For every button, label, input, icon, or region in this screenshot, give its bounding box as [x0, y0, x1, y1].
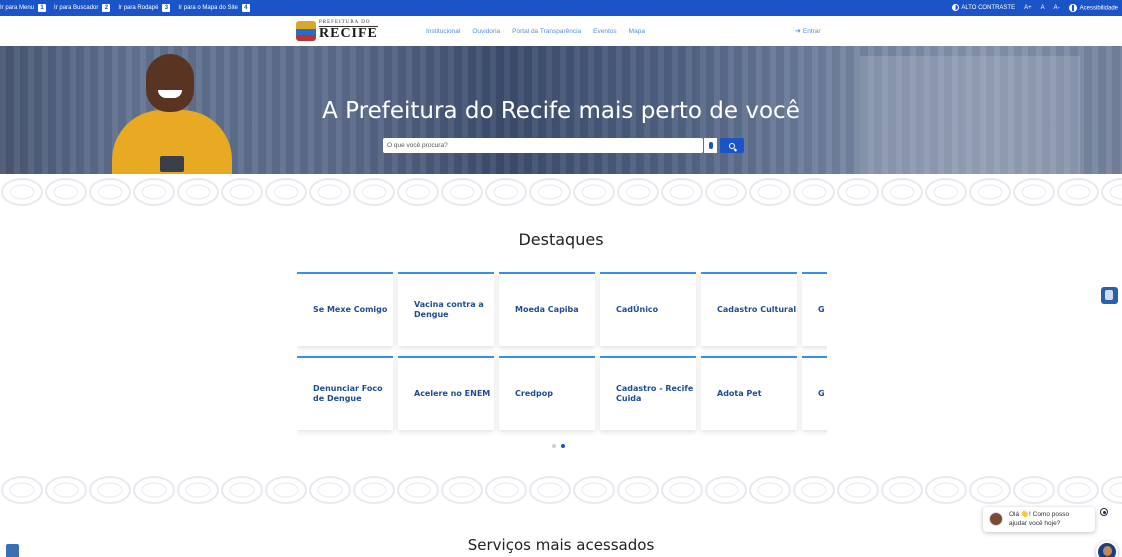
- shortcut-key: 3: [162, 4, 171, 12]
- font-normal-button[interactable]: A: [1041, 5, 1045, 11]
- main-nav: Institucional Ouvidoria Portal da Transp…: [426, 16, 645, 46]
- decorative-pattern-bottom: [0, 472, 1122, 508]
- chatbot-launcher-button[interactable]: [1096, 541, 1118, 557]
- search-input[interactable]: [383, 138, 683, 153]
- card-credpop[interactable]: Credpop: [499, 356, 595, 430]
- pattern-graphic: [0, 174, 1122, 210]
- login-label: Entrar: [802, 27, 821, 35]
- hero-title: A Prefeitura do Recife mais perto de voc…: [322, 98, 800, 124]
- accessibility-tools: ALTO CONTRASTE A+ A A- Acessibilidade: [952, 0, 1118, 16]
- carousel-dot[interactable]: [552, 444, 556, 448]
- font-increase-button[interactable]: A+: [1024, 5, 1032, 11]
- coat-of-arms-icon: [296, 20, 316, 41]
- sign-language-widget-button[interactable]: [1101, 287, 1118, 304]
- skip-link-menu[interactable]: Ir para Menu 1: [0, 4, 47, 12]
- nav-item-ouvidoria[interactable]: Ouvidoria: [472, 28, 500, 35]
- chat-bubble[interactable]: Olá 👋! Como posso ajudar você hoje?: [983, 507, 1095, 532]
- chat-avatar: [989, 512, 1003, 526]
- skip-link-label: Ir para Menu: [0, 5, 35, 11]
- nav-item-institucional[interactable]: Institucional: [426, 28, 460, 35]
- skip-link-sitemap[interactable]: Ir para o Mapa do Site 4: [178, 4, 250, 12]
- card-cadastro-cultural[interactable]: Cadastro Cultural: [701, 272, 797, 346]
- accessibility-label: Acessibilidade: [1079, 5, 1118, 12]
- card-vacina-dengue[interactable]: Vacina contra a Dengue: [398, 272, 494, 346]
- voice-search-button[interactable]: [704, 138, 717, 153]
- card-partial[interactable]: G: [802, 356, 827, 430]
- chat-message-line: ajudar você hoje?: [1009, 519, 1061, 527]
- high-contrast-label: ALTO CONTRASTE: [961, 5, 1016, 12]
- destaques-title: Destaques: [518, 230, 604, 249]
- destaques-carousel: Se Mexe Comigo Vacina contra a Dengue Mo…: [297, 272, 827, 436]
- high-contrast-toggle[interactable]: ALTO CONTRASTE: [952, 4, 1016, 12]
- logo-title: RECIFE: [319, 26, 378, 41]
- card-denunciar-foco[interactable]: Denunciar Foco de Dengue: [297, 356, 393, 430]
- site-header: PREFEITURA DO RECIFE Institucional Ouvid…: [0, 16, 1122, 46]
- search-button[interactable]: [720, 138, 744, 153]
- card-row: Se Mexe Comigo Vacina contra a Dengue Mo…: [297, 272, 827, 346]
- skip-link-footer[interactable]: Ir para Rodapé 3: [118, 4, 171, 12]
- card-moeda-capiba[interactable]: Moeda Capiba: [499, 272, 595, 346]
- shortcut-key: 2: [102, 4, 111, 12]
- logo-text: PREFEITURA DO RECIFE: [319, 20, 378, 41]
- shortcut-key: 4: [241, 4, 250, 12]
- skip-link-search[interactable]: Ir para Buscador 2: [54, 4, 111, 12]
- card-partial[interactable]: G: [802, 272, 827, 346]
- search-icon: [729, 142, 735, 149]
- services-title: Serviços mais acessados: [467, 536, 655, 554]
- shortcut-key: 1: [38, 4, 47, 12]
- font-decrease-button[interactable]: A-: [1054, 5, 1060, 11]
- chat-message: Olá 👋! Como posso ajudar você hoje?: [1009, 511, 1069, 529]
- pattern-graphic: [0, 472, 1122, 508]
- card-recife-cuida[interactable]: Cadastro - Recife Cuida: [600, 356, 696, 430]
- card-cadunico[interactable]: CadÚnico: [600, 272, 696, 346]
- login-link[interactable]: ➜ Entrar: [795, 16, 821, 46]
- microphone-icon: [708, 142, 713, 149]
- chat-message-line: Olá 👋! Como posso: [1009, 510, 1070, 518]
- chat-close-icon[interactable]: [1100, 508, 1108, 516]
- card-adota-pet[interactable]: Adota Pet: [701, 356, 797, 430]
- search-box: [383, 138, 703, 153]
- contrast-icon: [952, 4, 960, 12]
- card-row: Denunciar Foco de Dengue Acelere no ENEM…: [297, 356, 827, 430]
- nav-item-mapa[interactable]: Mapa: [629, 28, 645, 35]
- page: Ir para Menu 1 Ir para Buscador 2 Ir para …: [0, 0, 1122, 557]
- accessibility-bar: Ir para Menu 1 Ir para Buscador 2 Ir para …: [0, 0, 1122, 16]
- site-logo[interactable]: PREFEITURA DO RECIFE: [296, 20, 378, 41]
- skip-link-label: Ir para o Mapa do Site: [178, 5, 238, 11]
- accessibility-button[interactable]: Acessibilidade: [1068, 4, 1118, 12]
- feedback-icon[interactable]: [6, 544, 19, 557]
- skip-link-label: Ir para Buscador: [54, 5, 99, 11]
- hero-phone: [160, 156, 184, 172]
- accessibility-icon: [1068, 4, 1077, 12]
- carousel-dot-active[interactable]: [561, 444, 565, 448]
- decorative-pattern-top: [0, 174, 1122, 210]
- card-se-mexe-comigo[interactable]: Se Mexe Comigo: [297, 272, 393, 346]
- nav-item-eventos[interactable]: Eventos: [593, 28, 617, 35]
- skip-link-label: Ir para Rodapé: [118, 5, 159, 11]
- login-icon: ➜: [795, 28, 801, 35]
- carousel-pagination: [552, 444, 565, 448]
- card-acelere-enem[interactable]: Acelere no ENEM: [398, 356, 494, 430]
- hero-banner: A Prefeitura do Recife mais perto de voc…: [0, 46, 1122, 174]
- nav-item-transparencia[interactable]: Portal da Transparência: [512, 28, 581, 35]
